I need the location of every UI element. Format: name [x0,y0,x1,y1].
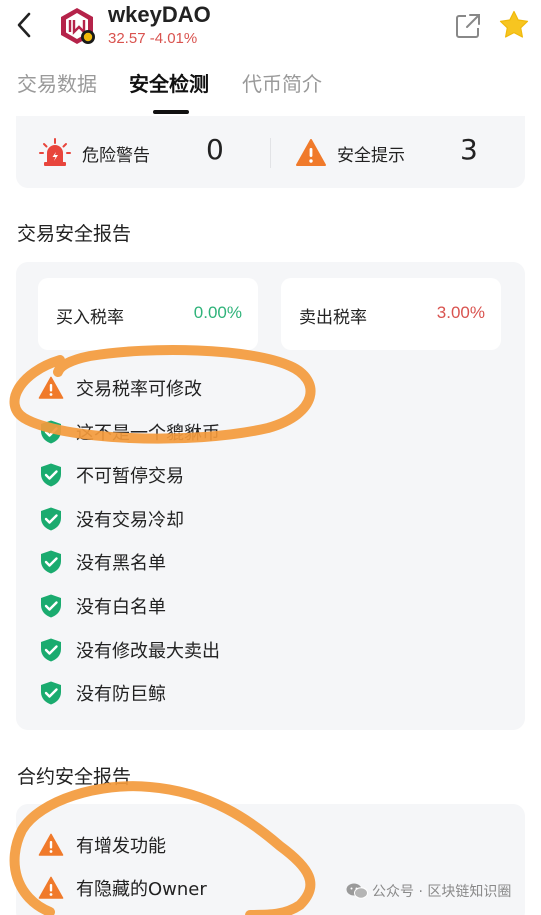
token-logo [61,8,95,44]
check-item-label: 没有修改最大卖出 [76,641,220,662]
warning-triangle-icon [296,139,326,166]
shield-check-icon [41,420,61,444]
divider [270,138,271,168]
check-item-label: 没有交易冷却 [76,510,184,531]
star-icon[interactable] [498,9,530,41]
shield-check-icon [41,463,61,487]
shield-check-icon [41,681,61,705]
tab-bar: 交易数据 安全检测 代币简介 [0,60,541,116]
watermark-text: 公众号 · 区块链知识圈 [372,884,512,900]
danger-warning-count: 0 [206,133,224,166]
shield-check-icon [41,638,61,662]
tab-token-intro[interactable]: 代币简介 [242,68,322,97]
check-item-mint-function: 有增发功能 [38,830,166,860]
check-item-no-cooldown: 没有交易冷却 [38,504,184,534]
security-tip-label: 安全提示 [337,145,405,166]
tab-security-check[interactable]: 安全检测 [129,68,209,97]
danger-warning-item[interactable]: 危险警告 [38,136,150,170]
buy-tax-box: 买入税率 0.00% [38,278,258,350]
tab-trade-data[interactable]: 交易数据 [17,68,97,97]
check-item-no-whitelist: 没有白名单 [38,591,166,621]
share-icon[interactable] [454,12,482,40]
contract-report-title: 合约安全报告 [17,766,132,788]
buy-tax-label: 买入税率 [56,308,124,328]
warning-triangle-icon [38,376,64,399]
check-item-not-honeypot: 这不是一个貔貅币 [38,417,220,447]
token-price-change: 32.57 -4.01% [108,30,198,47]
back-arrow-icon[interactable] [10,10,40,40]
shield-check-icon [41,507,61,531]
check-item-label: 有隐藏的Owner [76,879,207,900]
check-item-no-anti-whale: 没有防巨鲸 [38,678,166,708]
shield-check-icon [41,550,61,574]
active-tab-indicator [153,110,189,114]
sell-tax-box: 卖出税率 3.00% [281,278,501,350]
sell-tax-label: 卖出税率 [299,308,367,328]
check-item-label: 没有防巨鲸 [76,684,166,705]
security-tip-count: 3 [460,133,478,166]
check-item-label: 没有白名单 [76,597,166,618]
alert-summary-card: 危险警告 0 安全提示 3 [16,116,525,188]
check-item-label: 不可暂停交易 [76,466,184,487]
check-item-hidden-owner: 有隐藏的Owner [38,873,207,903]
warning-triangle-icon [38,876,64,899]
sell-tax-value: 3.00% [436,303,485,322]
check-item-tax-modifiable: 交易税率可修改 [38,373,202,403]
token-name: wkeyDAO [108,2,211,27]
warning-triangle-icon [38,833,64,856]
check-item-no-max-sell-change: 没有修改最大卖出 [38,635,220,665]
app-header: wkeyDAO 32.57 -4.01% [0,0,541,58]
check-item-label: 交易税率可修改 [76,379,202,400]
wechat-icon [346,883,368,899]
trade-report-card: 买入税率 0.00% 卖出税率 3.00% 交易税率可修改 这不是一个貔貅币 不… [16,262,525,730]
security-tip-item[interactable]: 安全提示 [295,136,405,170]
watermark: 公众号 · 区块链知识圈 [346,881,511,901]
check-item-label: 这不是一个貔貅币 [76,423,220,444]
shield-check-icon [41,594,61,618]
buy-tax-value: 0.00% [193,303,242,322]
danger-warning-label: 危险警告 [82,145,150,166]
check-item-label: 有增发功能 [76,836,166,857]
check-item-label: 没有黑名单 [76,553,166,574]
check-item-no-blacklist: 没有黑名单 [38,547,166,577]
siren-icon [39,138,71,166]
check-item-no-pause: 不可暂停交易 [38,460,184,490]
trade-report-title: 交易安全报告 [17,223,132,245]
